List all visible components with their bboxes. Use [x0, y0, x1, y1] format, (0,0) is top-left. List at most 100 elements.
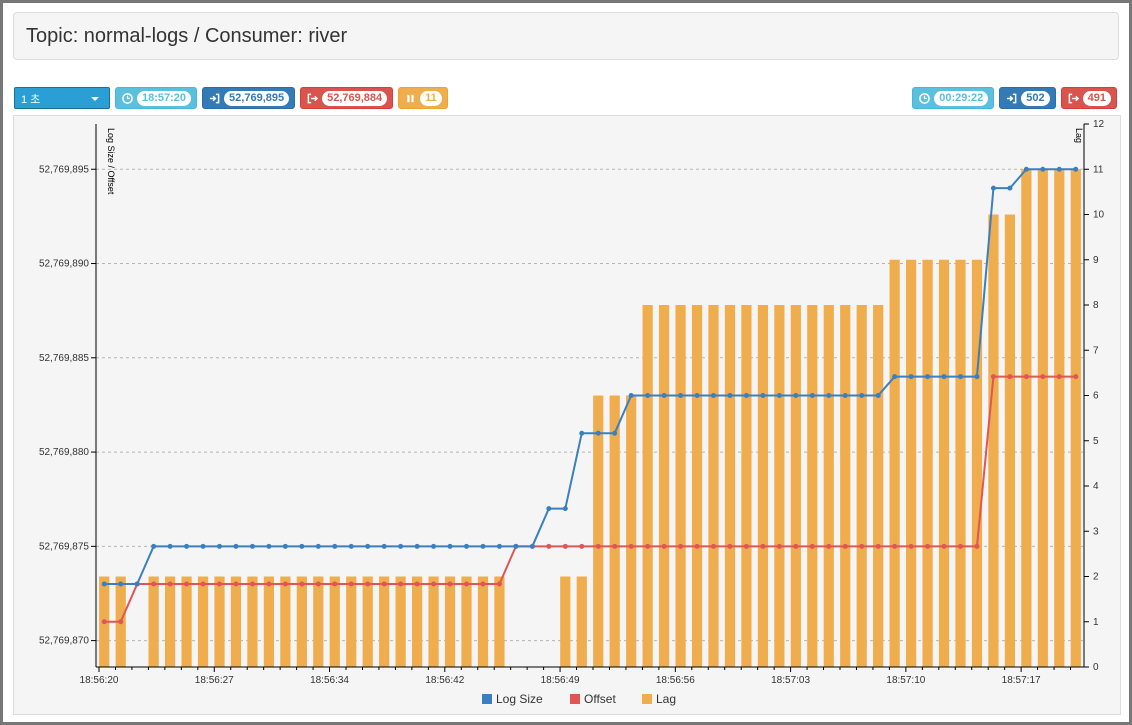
offset-point	[595, 543, 601, 549]
offset-point	[958, 543, 963, 549]
offset-point	[249, 581, 255, 587]
x-tick-label: 18:57:03	[771, 675, 810, 686]
last-updated-badge[interactable]: 18:57:20	[115, 87, 198, 109]
log-size-point	[678, 393, 684, 398]
log-size-point	[612, 430, 618, 436]
log-size-point	[743, 393, 749, 398]
window-frame: Topic: normal-logs / Consumer: river 1 초…	[0, 0, 1132, 725]
offset-point	[562, 543, 568, 549]
interval-select[interactable]: 1 초	[14, 87, 110, 109]
caret-down-icon	[91, 97, 99, 101]
sign-in-icon	[209, 93, 220, 103]
elapsed-time-badge[interactable]: 00:29:22	[912, 87, 995, 109]
log-size-point	[628, 393, 634, 398]
offset-point	[315, 581, 321, 587]
interval-select-value: 1 초	[21, 94, 41, 106]
produced-count-value: 502	[1021, 90, 1050, 106]
consumed-count-badge[interactable]: 491	[1060, 87, 1117, 109]
offset-point	[694, 543, 700, 549]
log-size-point	[480, 543, 486, 549]
lag-bar	[1021, 169, 1032, 667]
log-size-point	[365, 543, 371, 549]
status-toolbar-left: 1 초 18:57:20 52,769,895 52,769,884 11	[14, 87, 448, 109]
y-left-tick-label: 52,769,880	[39, 447, 89, 458]
legend-label: Lag	[656, 692, 676, 706]
lag-bar	[461, 576, 472, 667]
lag-bar	[790, 305, 801, 667]
offset-point	[365, 581, 371, 587]
status-toolbar-right: 00:29:22 502 491	[912, 87, 1117, 109]
log-size-point	[793, 393, 799, 398]
offset-point	[480, 581, 486, 587]
sign-in-icon	[1007, 93, 1017, 103]
log-size-point	[184, 543, 190, 549]
log-size-point	[546, 506, 552, 512]
log-size-point	[990, 185, 996, 191]
log-size-point	[908, 374, 914, 380]
log-size-point	[332, 543, 338, 549]
offset-point	[941, 543, 947, 549]
offset-badge[interactable]: 52,769,884	[300, 87, 394, 109]
x-tick-label: 18:56:20	[80, 675, 119, 686]
offset-point	[1040, 374, 1046, 380]
lag-bar	[724, 305, 736, 667]
page-title: Topic: normal-logs / Consumer: river	[26, 25, 348, 47]
y-right-tick-label: 10	[1093, 210, 1105, 221]
offset-point	[925, 543, 931, 549]
lag-badge[interactable]: 11	[398, 87, 448, 109]
lag-bar	[840, 305, 851, 667]
lag-bar	[379, 576, 390, 667]
log-size-point	[1007, 185, 1013, 191]
offset-point	[1007, 374, 1013, 380]
y-right-tick-label: 9	[1093, 255, 1099, 266]
log-size-point	[266, 543, 272, 549]
lag-bar	[329, 576, 340, 667]
offset-point	[776, 543, 782, 549]
lag-bar	[823, 305, 834, 667]
offset-point	[348, 581, 354, 587]
offset-point	[332, 581, 338, 587]
lag-bar	[691, 305, 703, 667]
offset-point	[233, 581, 239, 587]
log-size-point	[282, 543, 288, 549]
lag-bar	[395, 576, 406, 667]
lag-value: 11	[420, 90, 442, 106]
log-size-point	[974, 374, 980, 380]
produced-count-badge[interactable]: 502	[999, 87, 1056, 109]
log-size-point	[101, 581, 107, 587]
log-size-point	[941, 374, 947, 380]
lag-bar	[477, 576, 489, 667]
legend-swatch	[570, 694, 580, 704]
lag-bar	[938, 259, 950, 667]
offset-point	[908, 543, 914, 549]
lag-bar	[609, 395, 620, 667]
offset-point	[990, 374, 996, 380]
lag-bar	[181, 576, 192, 667]
lag-bar	[164, 576, 176, 667]
y-left-tick-label: 52,769,870	[39, 636, 89, 647]
offset-point	[743, 543, 749, 549]
lag-chart: 52,769,870 52,769,875 52,769,880 52,769,885…	[39, 119, 1105, 706]
log-size-point	[431, 543, 437, 549]
lag-bar	[955, 259, 966, 667]
log-size-value: 52,769,895	[224, 90, 290, 106]
log-size-point	[249, 543, 255, 549]
offset-point	[496, 581, 502, 587]
lag-bar	[988, 214, 999, 667]
offset-point	[167, 581, 173, 587]
log-size-badge[interactable]: 52,769,895	[202, 87, 296, 109]
x-tick-label: 18:56:42	[425, 675, 464, 686]
lag-bar	[1037, 169, 1048, 667]
log-size-point	[233, 543, 239, 549]
lag-bar	[626, 395, 637, 667]
lag-bar	[658, 305, 670, 667]
sign-out-icon	[1068, 93, 1079, 103]
legend-label: Log Size	[496, 692, 543, 706]
log-size-point	[925, 374, 931, 380]
offset-point	[151, 581, 157, 587]
clock-icon	[919, 92, 931, 104]
y-right-tick-label: 2	[1093, 572, 1099, 583]
log-size-point	[579, 430, 585, 436]
x-tick-label: 18:56:27	[195, 675, 234, 686]
log-size-point	[1023, 166, 1029, 172]
